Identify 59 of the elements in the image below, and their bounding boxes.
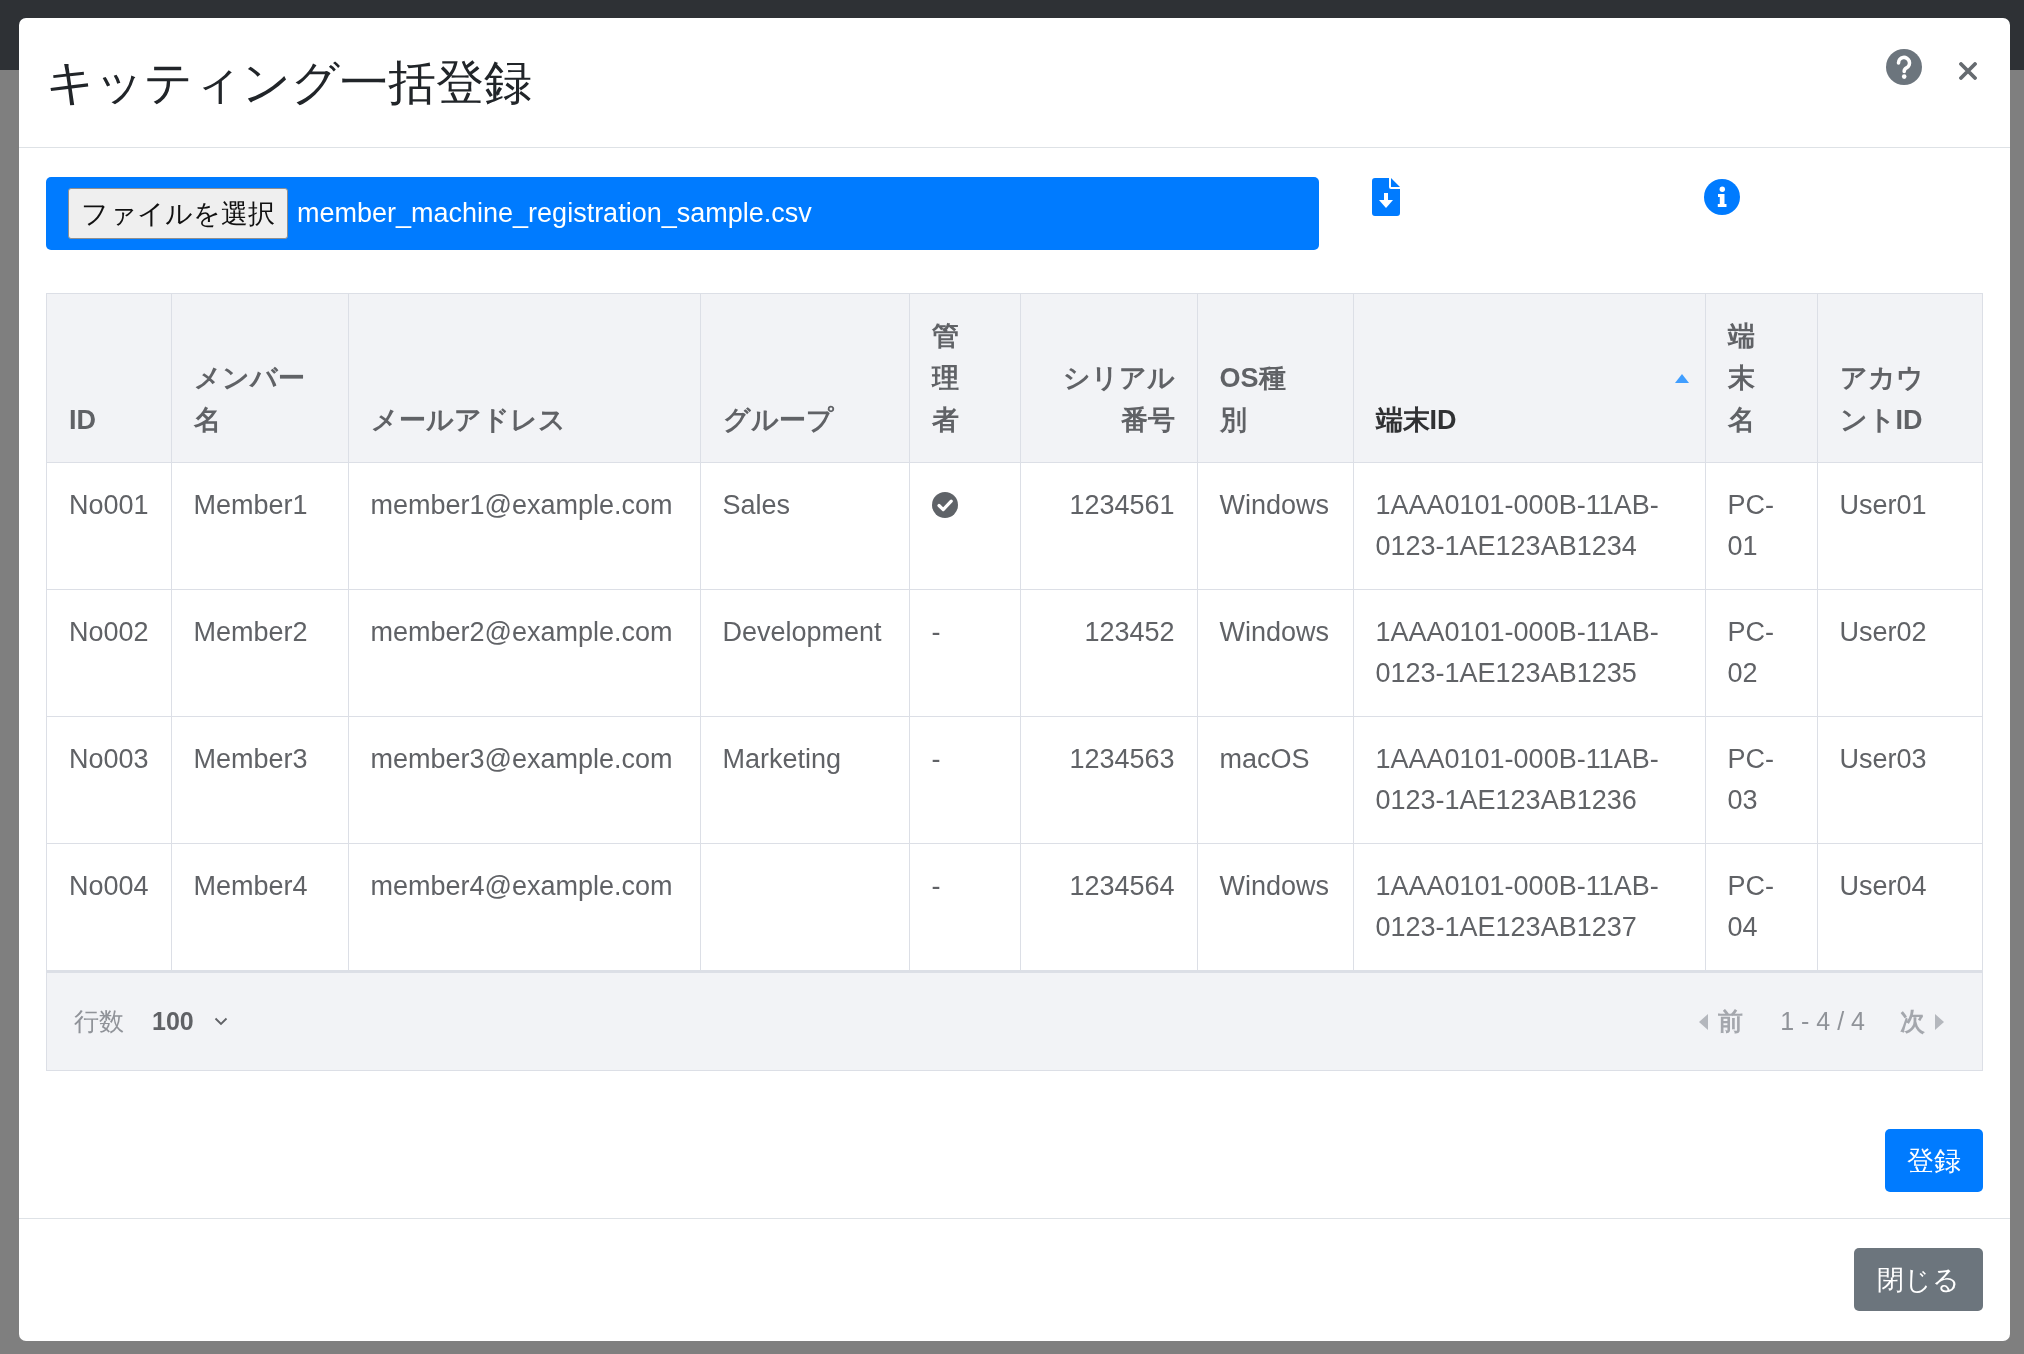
table-cell: User04 <box>1817 843 1982 970</box>
table-cell: 123452 <box>1020 589 1197 717</box>
table-cell: User02 <box>1817 589 1982 717</box>
table-cell: Member1 <box>171 462 348 590</box>
column-header[interactable]: アカウントID <box>1817 294 1982 463</box>
chevron-down-icon <box>213 1017 228 1026</box>
column-header[interactable]: グループ <box>700 294 909 463</box>
sort-ascending-icon <box>1674 373 1689 383</box>
table-cell: member3@example.com <box>348 716 700 844</box>
table-cell: Windows <box>1197 462 1353 590</box>
page-range: 1 - 4 / 4 <box>1780 1007 1865 1036</box>
table-cell: No001 <box>47 462 171 590</box>
file-name: member_machine_registration_sample.csv <box>297 198 812 229</box>
table-cell: 1AAA0101-000B-11AB-0123-1AE123AB1235 <box>1353 589 1705 717</box>
table-cell: macOS <box>1197 716 1353 844</box>
table-cell: No002 <box>47 589 171 717</box>
column-header[interactable]: シリアル番号 <box>1020 294 1197 463</box>
table-cell: - <box>909 716 1020 844</box>
close-icon <box>1959 61 1977 80</box>
table-cell: - <box>909 589 1020 717</box>
table-cell: PC-01 <box>1705 462 1817 590</box>
close-dialog-button[interactable]: 閉じる <box>1854 1248 1983 1311</box>
table-cell: User01 <box>1817 462 1982 590</box>
dialog-title: キッティング一括登録 <box>46 54 532 111</box>
help-icon[interactable] <box>1886 49 1922 85</box>
rows-per-page-select[interactable]: 100 <box>146 1007 234 1036</box>
info-icon[interactable] <box>1704 179 1740 215</box>
file-download-icon[interactable] <box>1372 178 1400 216</box>
column-header[interactable]: 管理者 <box>909 294 1020 463</box>
column-header[interactable]: メンバー名 <box>171 294 348 463</box>
table-cell: 1234561 <box>1020 462 1197 590</box>
column-header[interactable]: 端末ID <box>1353 294 1705 463</box>
table-cell: Windows <box>1197 589 1353 717</box>
table-cell: Member3 <box>171 716 348 844</box>
table-cell: member2@example.com <box>348 589 700 717</box>
rows-per-page-label: 行数 <box>74 1006 124 1037</box>
table-cell: 1234563 <box>1020 716 1197 844</box>
register-button[interactable]: 登録 <box>1885 1129 1983 1192</box>
table-cell: No003 <box>47 716 171 844</box>
caret-left-icon <box>1699 1013 1709 1030</box>
table-cell: PC-03 <box>1705 716 1817 844</box>
choose-file-button[interactable]: ファイルを選択 <box>68 188 288 239</box>
column-header[interactable]: ID <box>47 294 171 463</box>
close-button[interactable] <box>1959 61 1977 80</box>
column-header[interactable]: メールアドレス <box>348 294 700 463</box>
table-cell: PC-02 <box>1705 589 1817 717</box>
table-cell: Sales <box>700 462 909 590</box>
check-circle-icon <box>931 492 958 518</box>
table-cell: member1@example.com <box>348 462 700 590</box>
table-cell: Member2 <box>171 589 348 717</box>
table-cell: 1AAA0101-000B-11AB-0123-1AE123AB1236 <box>1353 716 1705 844</box>
column-header[interactable]: 端末名 <box>1705 294 1817 463</box>
column-header[interactable]: OS種別 <box>1197 294 1353 463</box>
table-cell: Development <box>700 589 909 717</box>
caret-right-icon <box>1935 1013 1944 1030</box>
table-cell: Marketing <box>700 716 909 844</box>
file-input-field[interactable]: ファイルを選択 member_machine_registration_sample.csv <box>46 177 1319 250</box>
table-cell: User03 <box>1817 716 1982 844</box>
table-cell: 1AAA0101-000B-11AB-0123-1AE123AB1234 <box>1353 462 1705 590</box>
